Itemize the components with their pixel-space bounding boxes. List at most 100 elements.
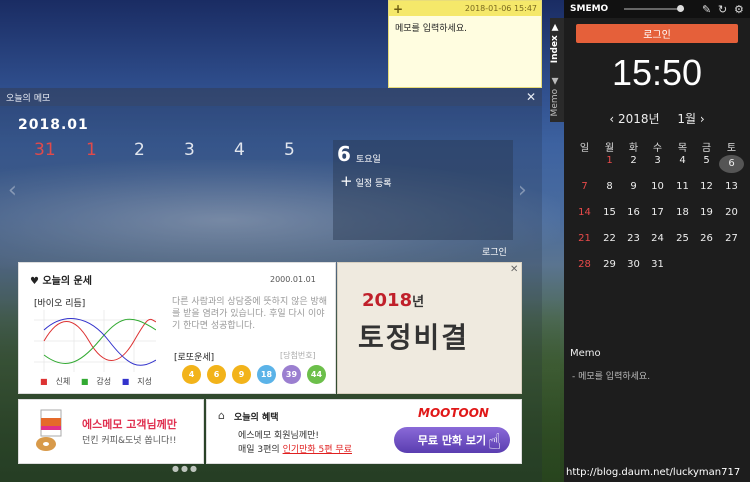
calendar-day[interactable]: 31 xyxy=(645,259,670,270)
weekday-header: 수 xyxy=(652,143,663,154)
heart-icon: ♥ xyxy=(30,276,43,287)
panel-title: 오늘의 메모 xyxy=(6,93,51,104)
calendar-month: 1월 xyxy=(677,112,697,126)
calendar-day[interactable]: 25 xyxy=(670,233,695,244)
login-button[interactable]: 로그인 xyxy=(576,24,738,43)
biorhythm-label: [바이오 리듬] xyxy=(34,299,86,309)
close-icon[interactable]: ✕ xyxy=(510,264,518,275)
app-title: SMEMO xyxy=(570,4,609,14)
calendar-day[interactable]: 15 xyxy=(597,207,622,218)
tab-memo[interactable]: Memo ▲ xyxy=(550,76,560,116)
legend-intellectual: 지성 xyxy=(137,377,152,386)
weekday-header: 일 xyxy=(579,143,590,154)
memo-text[interactable]: - 메모를 입력하세요. xyxy=(572,369,650,382)
calendar-day[interactable]: 1 xyxy=(597,155,622,166)
prev-month-icon[interactable]: ‹ xyxy=(609,112,618,126)
weekday-header: 목 xyxy=(677,143,688,154)
calendar-day[interactable]: 18 xyxy=(670,207,695,218)
sticky-note[interactable]: + 2018-01-06 15:47 메모를 입력하세요. xyxy=(388,0,542,88)
calendar-day[interactable]: 24 xyxy=(645,233,670,244)
calendar-day[interactable]: 14 xyxy=(572,207,597,218)
slider-handle[interactable] xyxy=(677,5,684,12)
calendar-day[interactable]: 26 xyxy=(694,233,719,244)
benefit-line2b[interactable]: 인기만화 5편 무료 xyxy=(283,445,352,455)
fortune-text: 다른 사람과의 상담중에 뜻하지 않은 방해를 받을 염려가 있습니다. 후일 … xyxy=(172,297,328,331)
fortune-title: ♥ 오늘의 운세 xyxy=(30,272,92,287)
calendar-day[interactable]: 3 xyxy=(645,155,670,166)
legend-emotional: 감성 xyxy=(96,377,112,386)
calendar-day[interactable]: 27 xyxy=(719,233,744,244)
add-note-icon[interactable]: + xyxy=(393,2,403,16)
week-day[interactable]: 4 xyxy=(234,140,245,160)
calendar-day[interactable]: 22 xyxy=(597,233,622,244)
benefit-line2a: 매일 3편의 xyxy=(238,445,283,455)
gift-icon: ⌂ xyxy=(218,409,225,422)
calendar-day[interactable]: 21 xyxy=(572,233,597,244)
lotto-ball: 18 xyxy=(257,365,276,384)
calendar-year: 2018년 xyxy=(617,112,660,126)
week-day[interactable]: 2 xyxy=(134,140,145,160)
tojeong-year-suffix: 년 xyxy=(412,295,425,310)
calendar-nav: ‹ 2018년 1월 › xyxy=(564,110,750,127)
lotto-winning-link[interactable]: [당첨번호] xyxy=(280,350,316,361)
fortune-date[interactable]: 2000.01.01 xyxy=(270,275,316,284)
lotto-ball: 44 xyxy=(307,365,326,384)
calendar-day[interactable]: 10 xyxy=(645,181,670,192)
lotto-ball: 9 xyxy=(232,365,251,384)
login-link[interactable]: 로그인 xyxy=(482,245,507,258)
coffee-ad-line2: 던킨 커피&도넛 쏩니다!! xyxy=(82,436,177,446)
calendar-day[interactable]: 6 xyxy=(719,155,744,173)
close-icon[interactable]: ✕ xyxy=(526,90,536,104)
week-day[interactable]: 31 xyxy=(34,140,56,160)
week-day[interactable]: 1 xyxy=(86,140,97,160)
sticky-date: 2018-01-06 15:47 xyxy=(464,4,537,13)
pin-icon[interactable]: ✎ xyxy=(702,3,711,16)
sticky-note-bar: + 2018-01-06 15:47 xyxy=(389,1,541,16)
calendar-day[interactable]: 30 xyxy=(621,259,646,270)
page-dots[interactable]: ●●● xyxy=(172,464,199,473)
calendar-day[interactable]: 17 xyxy=(645,207,670,218)
calendar-day[interactable]: 2 xyxy=(621,155,646,166)
legend-physical: 신체 xyxy=(55,377,71,386)
add-schedule-label: 일정 등록 xyxy=(355,179,392,189)
watermark: http://blog.daum.net/luckyman717 xyxy=(566,467,741,478)
calendar-day[interactable]: 12 xyxy=(694,181,719,192)
calendar-day[interactable]: 5 xyxy=(694,155,719,166)
next-arrow-icon[interactable]: › xyxy=(518,178,527,203)
clock: 15:50 xyxy=(611,52,703,93)
week-day[interactable]: 5 xyxy=(284,140,295,160)
plus-icon: + xyxy=(340,172,353,190)
calendar-day[interactable]: 4 xyxy=(670,155,695,166)
calendar-day[interactable]: 7 xyxy=(572,181,597,192)
benefit-line2: 매일 3편의 인기만화 5편 무료 xyxy=(238,442,352,455)
lotto-ball: 4 xyxy=(182,365,201,384)
week-day[interactable]: 3 xyxy=(184,140,195,160)
pointer-hand-icon: ☝ xyxy=(488,430,502,455)
add-schedule-button[interactable]: + 일정 등록 xyxy=(340,172,392,190)
calendar-day[interactable]: 23 xyxy=(621,233,646,244)
selected-day-weekday: 토요일 xyxy=(356,155,381,165)
calendar-day[interactable]: 16 xyxy=(621,207,646,218)
mootoon-logo: MOOTOON xyxy=(418,406,489,420)
opacity-slider[interactable] xyxy=(624,5,684,12)
prev-arrow-icon[interactable]: ‹ xyxy=(8,178,17,203)
biorhythm-chart xyxy=(34,310,156,372)
sticky-text[interactable]: 메모를 입력하세요. xyxy=(389,16,541,39)
calendar-day[interactable]: 28 xyxy=(572,259,597,270)
weekday-header: 토 xyxy=(726,143,737,154)
calendar-day[interactable]: 29 xyxy=(597,259,622,270)
calendar-day[interactable]: 11 xyxy=(670,181,695,192)
next-month-icon[interactable]: › xyxy=(700,112,705,126)
refresh-icon[interactable]: ↻ xyxy=(718,3,727,16)
lotto-label: [로또운세] xyxy=(174,353,215,363)
calendar-day[interactable]: 9 xyxy=(621,181,646,192)
calendar-day[interactable]: 8 xyxy=(597,181,622,192)
lotto-ball: 6 xyxy=(207,365,226,384)
tab-index[interactable]: Index ▼ xyxy=(550,22,560,63)
calendar-day[interactable]: 20 xyxy=(719,207,744,218)
weekday-header: 월 xyxy=(604,143,615,154)
gear-icon[interactable]: ⚙ xyxy=(734,3,744,16)
benefit-title: 오늘의 혜택 xyxy=(234,413,279,423)
calendar-day[interactable]: 19 xyxy=(694,207,719,218)
calendar-day[interactable]: 13 xyxy=(719,181,744,192)
